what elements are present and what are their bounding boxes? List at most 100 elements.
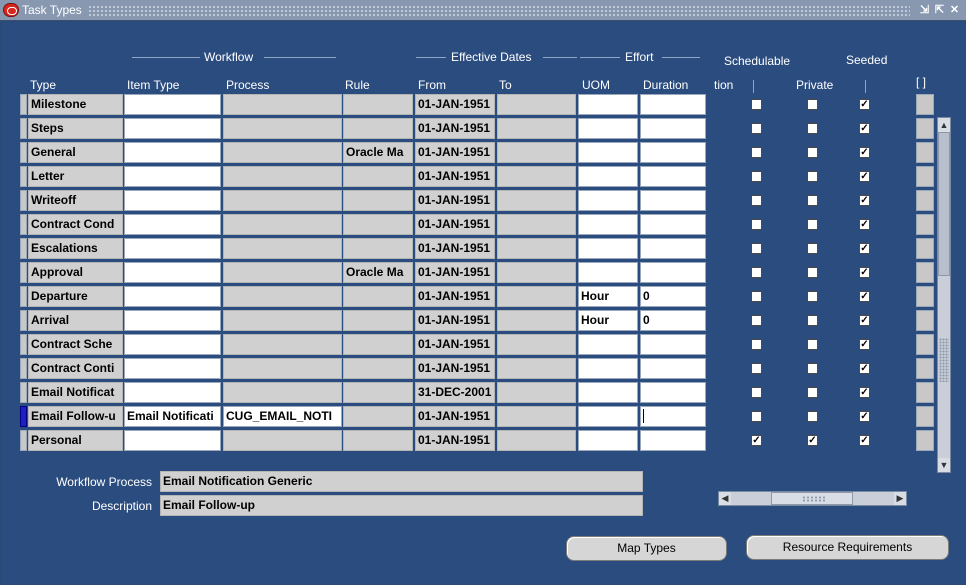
rule-cell[interactable] — [343, 310, 413, 331]
notification-checkbox[interactable] — [751, 363, 762, 374]
row-extra-field[interactable] — [916, 262, 934, 283]
map-types-button[interactable]: Map Types — [566, 536, 727, 561]
from-cell[interactable]: 01-JAN-1951 — [415, 406, 495, 427]
duration-cell[interactable] — [640, 262, 706, 283]
notification-checkbox[interactable] — [751, 315, 762, 326]
row-selector[interactable] — [20, 190, 27, 211]
private-checkbox[interactable] — [807, 147, 818, 158]
to-cell[interactable] — [497, 262, 576, 283]
type-cell[interactable]: Milestone — [28, 94, 123, 115]
to-cell[interactable] — [497, 190, 576, 211]
process-cell[interactable] — [223, 382, 342, 403]
to-cell[interactable] — [497, 286, 576, 307]
private-checkbox[interactable] — [807, 387, 818, 398]
notification-checkbox[interactable] — [751, 123, 762, 134]
row-selector[interactable] — [20, 286, 27, 307]
row-extra-field[interactable] — [916, 190, 934, 211]
rule-cell[interactable]: Oracle Ma — [343, 262, 413, 283]
horizontal-scrollbar[interactable]: ◀ ▶ — [718, 491, 907, 506]
to-cell[interactable] — [497, 94, 576, 115]
private-checkbox[interactable] — [807, 123, 818, 134]
from-cell[interactable]: 01-JAN-1951 — [415, 358, 495, 379]
rule-cell[interactable] — [343, 358, 413, 379]
item-type-cell[interactable] — [124, 214, 221, 235]
private-checkbox[interactable] — [807, 99, 818, 110]
type-cell[interactable]: General — [28, 142, 123, 163]
row-extra-field[interactable] — [916, 166, 934, 187]
row-extra-field[interactable] — [916, 382, 934, 403]
process-cell[interactable] — [223, 190, 342, 211]
row-selector[interactable] — [20, 94, 27, 115]
to-cell[interactable] — [497, 214, 576, 235]
type-cell[interactable]: Arrival — [28, 310, 123, 331]
from-cell[interactable]: 01-JAN-1951 — [415, 430, 495, 451]
uom-cell[interactable] — [578, 382, 638, 403]
vertical-scrollbar[interactable]: ▲ ▼ — [937, 117, 951, 473]
workflow-process-field[interactable]: Email Notification Generic — [160, 471, 643, 492]
seeded-checkbox[interactable]: ✓ — [859, 123, 870, 134]
process-cell[interactable] — [223, 118, 342, 139]
row-extra-field[interactable] — [916, 94, 934, 115]
rule-cell[interactable] — [343, 286, 413, 307]
uom-cell[interactable] — [578, 430, 638, 451]
row-extra-field[interactable] — [916, 142, 934, 163]
rule-cell[interactable] — [343, 334, 413, 355]
type-cell[interactable]: Writeoff — [28, 190, 123, 211]
type-cell[interactable]: Approval — [28, 262, 123, 283]
to-cell[interactable] — [497, 238, 576, 259]
notification-checkbox[interactable] — [751, 291, 762, 302]
rule-cell[interactable] — [343, 430, 413, 451]
item-type-cell[interactable] — [124, 166, 221, 187]
rule-cell[interactable] — [343, 406, 413, 427]
to-cell[interactable] — [497, 334, 576, 355]
oracle-app-icon[interactable] — [3, 3, 19, 17]
uom-cell[interactable] — [578, 142, 638, 163]
duration-cell[interactable] — [640, 142, 706, 163]
item-type-cell[interactable] — [124, 142, 221, 163]
private-checkbox[interactable] — [807, 219, 818, 230]
item-type-cell[interactable] — [124, 334, 221, 355]
row-selector[interactable] — [20, 358, 27, 379]
uom-cell[interactable] — [578, 238, 638, 259]
notification-checkbox[interactable] — [751, 387, 762, 398]
duration-cell[interactable] — [640, 430, 706, 451]
uom-cell[interactable] — [578, 262, 638, 283]
to-cell[interactable] — [497, 406, 576, 427]
private-checkbox[interactable] — [807, 243, 818, 254]
process-cell[interactable] — [223, 142, 342, 163]
to-cell[interactable] — [497, 118, 576, 139]
process-cell[interactable] — [223, 214, 342, 235]
type-cell[interactable]: Escalations — [28, 238, 123, 259]
row-selector[interactable] — [20, 142, 27, 163]
duration-cell[interactable] — [640, 358, 706, 379]
duration-cell[interactable] — [640, 238, 706, 259]
row-selector[interactable] — [20, 238, 27, 259]
seeded-checkbox[interactable]: ✓ — [859, 147, 870, 158]
row-selector[interactable] — [20, 334, 27, 355]
notification-checkbox[interactable] — [751, 171, 762, 182]
from-cell[interactable]: 01-JAN-1951 — [415, 190, 495, 211]
seeded-checkbox[interactable]: ✓ — [859, 243, 870, 254]
duration-cell[interactable] — [640, 118, 706, 139]
resource-requirements-button[interactable]: Resource Requirements — [746, 535, 949, 560]
row-selector[interactable] — [20, 214, 27, 235]
row-extra-field[interactable] — [916, 430, 934, 451]
seeded-checkbox[interactable]: ✓ — [859, 171, 870, 182]
private-checkbox[interactable] — [807, 291, 818, 302]
process-cell[interactable] — [223, 358, 342, 379]
type-cell[interactable]: Personal — [28, 430, 123, 451]
rule-cell[interactable] — [343, 238, 413, 259]
process-cell[interactable] — [223, 238, 342, 259]
private-checkbox[interactable] — [807, 171, 818, 182]
seeded-checkbox[interactable]: ✓ — [859, 291, 870, 302]
seeded-checkbox[interactable]: ✓ — [859, 339, 870, 350]
process-cell[interactable] — [223, 262, 342, 283]
to-cell[interactable] — [497, 358, 576, 379]
notification-checkbox[interactable] — [751, 195, 762, 206]
private-checkbox[interactable] — [807, 339, 818, 350]
horizontal-scroll-thumb[interactable] — [771, 492, 853, 505]
from-cell[interactable]: 01-JAN-1951 — [415, 94, 495, 115]
seeded-checkbox[interactable]: ✓ — [859, 99, 870, 110]
uom-cell[interactable]: Hour — [578, 310, 638, 331]
type-cell[interactable]: Contract Conti — [28, 358, 123, 379]
